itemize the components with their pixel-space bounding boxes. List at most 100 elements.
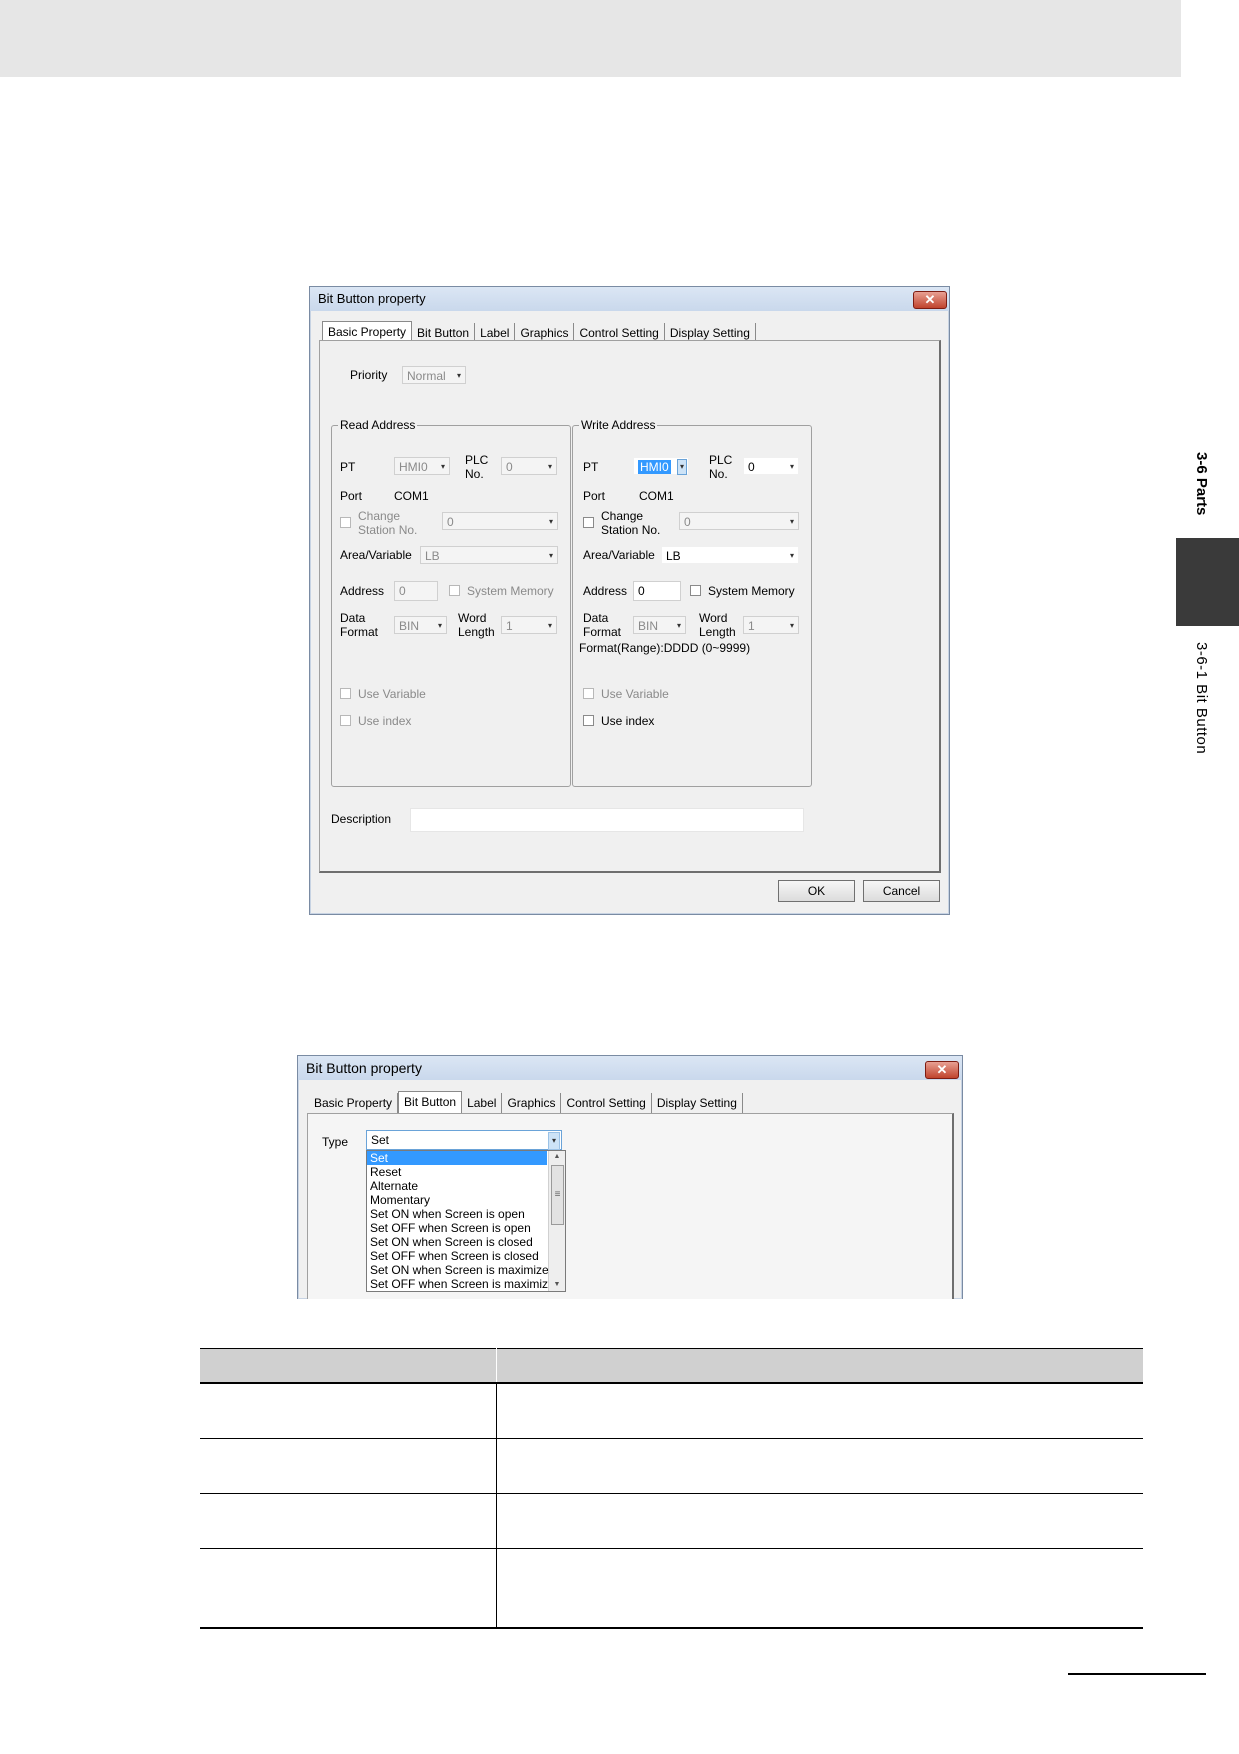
change-label: Change <box>358 509 401 523</box>
tab-bar: Basic Property Bit Button Label Graphics… <box>309 1091 743 1115</box>
read-area-select[interactable]: LB ▾ <box>420 546 558 564</box>
type-select[interactable]: Set ▾ <box>366 1130 562 1150</box>
chevron-down-icon: ▾ <box>676 621 681 630</box>
option-set-on-closed[interactable]: Set ON when Screen is closed <box>367 1235 547 1249</box>
option-set-off-closed[interactable]: Set OFF when Screen is closed <box>367 1249 547 1263</box>
write-address-input[interactable]: 0 <box>633 581 681 601</box>
write-station-select[interactable]: 0 ▾ <box>679 512 799 530</box>
format-label: Format <box>340 625 379 639</box>
tab-graphics[interactable]: Graphics <box>502 1093 562 1113</box>
read-address-input[interactable]: 0 <box>394 581 438 601</box>
scroll-grip-icon: ≡ <box>554 1189 561 1200</box>
type-options-list[interactable]: Set Reset Alternate Momentary Set ON whe… <box>366 1150 566 1292</box>
dialog-title: Bit Button property <box>310 287 949 311</box>
write-plc-select[interactable]: 0 ▾ <box>743 457 799 475</box>
option-momentary[interactable]: Momentary <box>367 1193 547 1207</box>
length-label: Length <box>699 625 736 639</box>
option-set[interactable]: Set <box>367 1151 547 1165</box>
data-label: Data <box>583 611 609 625</box>
option-set-on-maximized[interactable]: Set ON when Screen is maximized <box>367 1263 555 1277</box>
pt-label: PT <box>340 460 356 474</box>
option-set-on-open[interactable]: Set ON when Screen is open <box>367 1207 547 1221</box>
priority-label: Priority <box>350 368 388 382</box>
write-area-select[interactable]: LB ▾ <box>661 546 799 564</box>
format-range-text: Format(Range):DDDD (0~9999) <box>579 641 751 655</box>
word-label: Word <box>458 611 487 625</box>
description-label: Description <box>331 812 392 826</box>
scroll-up-icon[interactable]: ▲ <box>549 1151 565 1163</box>
address-label: Address <box>340 584 385 598</box>
write-length-select[interactable]: 1 ▾ <box>743 616 799 634</box>
address-label: Address <box>583 584 628 598</box>
area-variable-label: Area/Variable <box>340 548 412 562</box>
tab-bit-button[interactable]: Bit Button <box>398 1091 463 1115</box>
tab-control-setting[interactable]: Control Setting <box>561 1093 652 1113</box>
type-label: Type <box>322 1135 349 1149</box>
side-section-tab: 3-6 Parts <box>1193 452 1210 516</box>
tab-label[interactable]: Label <box>462 1093 503 1113</box>
close-button[interactable]: ✕ <box>925 1061 959 1079</box>
write-address-group: Write Address PT HMI0 ▾ PLC No. 0 ▾ Port … <box>572 418 812 787</box>
read-plc-select[interactable]: 0 ▾ <box>501 457 557 475</box>
option-set-off-maximized[interactable]: Set OFF when Screen is maximized <box>367 1277 561 1291</box>
read-system-memory-checkbox[interactable] <box>449 585 460 596</box>
table-row <box>200 1383 1143 1439</box>
write-pt-select[interactable]: HMI0 ▾ <box>633 457 689 475</box>
bit-button-type-dialog: Bit Button property ✕ Basic Property Bit… <box>297 1055 963 1299</box>
plc-no-label: No. <box>709 467 728 481</box>
chevron-down-icon: ▾ <box>548 517 553 526</box>
scroll-thumb[interactable]: ≡ <box>551 1165 564 1225</box>
option-set-off-open[interactable]: Set OFF when Screen is open <box>367 1221 547 1235</box>
system-memory-label: System Memory <box>467 584 554 598</box>
read-change-station-checkbox[interactable] <box>340 517 351 528</box>
write-system-memory-checkbox[interactable] <box>690 585 701 596</box>
write-use-variable-checkbox[interactable] <box>583 688 594 699</box>
use-index-label: Use index <box>358 714 412 728</box>
option-alternate[interactable]: Alternate <box>367 1179 547 1193</box>
option-reset[interactable]: Reset <box>367 1165 547 1179</box>
read-address-group: Read Address PT HMI0 ▾ PLC No. 0 ▾ Port CO… <box>331 418 571 787</box>
bit-button-panel: Type Set ▾ Set Reset Alternate Momentary… <box>307 1113 954 1299</box>
system-memory-label: System Memory <box>708 584 795 598</box>
read-use-index-checkbox[interactable] <box>340 715 351 726</box>
use-index-label: Use index <box>601 714 655 728</box>
area-variable-label: Area/Variable <box>583 548 655 562</box>
settings-table <box>200 1348 1143 1629</box>
scroll-down-icon[interactable]: ▼ <box>549 1279 565 1291</box>
chevron-down-icon: ▾ <box>547 462 552 471</box>
write-change-station-checkbox[interactable] <box>583 517 594 528</box>
options-column: Set Reset Alternate Momentary Set ON whe… <box>367 1151 561 1291</box>
read-length-select[interactable]: 1 ▾ <box>501 616 557 634</box>
plc-label: PLC <box>709 453 733 467</box>
use-variable-label: Use Variable <box>358 687 426 701</box>
list-scrollbar[interactable]: ▲ ≡ ▼ <box>548 1151 565 1291</box>
pt-label: PT <box>583 460 599 474</box>
use-variable-label: Use Variable <box>601 687 669 701</box>
chevron-down-icon: ▾ <box>547 621 552 630</box>
side-subsection-tab: 3-6-1 Bit Button <box>1193 642 1210 755</box>
table-row <box>200 1493 1143 1549</box>
port-label: Port <box>583 489 606 503</box>
close-button[interactable]: ✕ <box>913 291 947 309</box>
write-use-index-checkbox[interactable] <box>583 715 594 726</box>
length-label: Length <box>458 625 495 639</box>
station-no-label: Station No. <box>358 523 418 537</box>
ok-button[interactable]: OK <box>778 880 855 902</box>
plc-label: PLC <box>465 453 489 467</box>
read-pt-select[interactable]: HMI0 ▾ <box>394 457 450 475</box>
description-input[interactable] <box>410 808 804 832</box>
read-station-select[interactable]: 0 ▾ <box>442 512 558 530</box>
read-format-select[interactable]: BIN ▾ <box>394 616 447 634</box>
tab-display-setting[interactable]: Display Setting <box>652 1093 743 1113</box>
priority-select[interactable]: Normal ▾ <box>402 366 466 384</box>
read-use-variable-checkbox[interactable] <box>340 688 351 699</box>
chevron-down-icon: ▾ <box>789 462 794 471</box>
plc-no-label: No. <box>465 467 484 481</box>
change-label: Change <box>601 509 644 523</box>
chevron-down-icon: ▾ <box>676 459 687 475</box>
cancel-button[interactable]: Cancel <box>863 880 940 902</box>
write-format-select[interactable]: BIN ▾ <box>633 616 686 634</box>
read-address-title: Read Address <box>338 418 418 432</box>
tab-basic-property[interactable]: Basic Property <box>309 1093 399 1113</box>
chevron-down-icon: ▾ <box>456 371 461 380</box>
